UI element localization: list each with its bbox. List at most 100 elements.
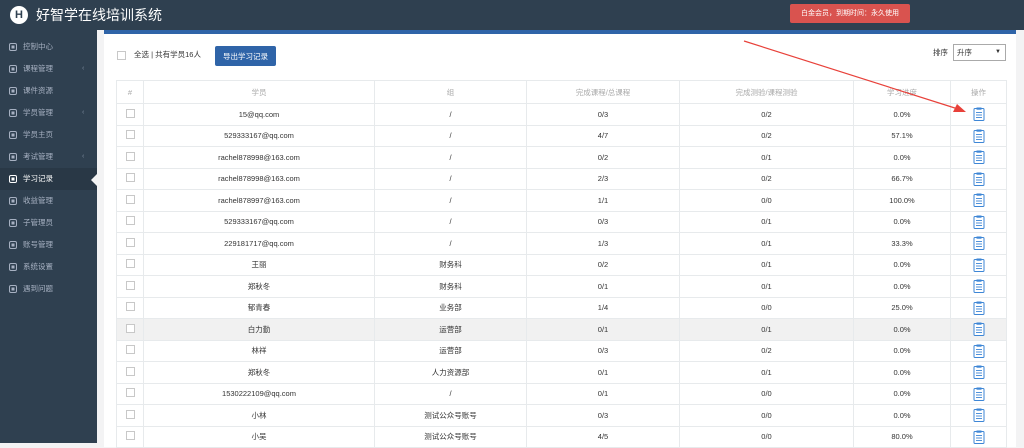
sidebar-item-9[interactable]: 账号管理 bbox=[0, 234, 97, 256]
row-checkbox[interactable] bbox=[125, 259, 135, 269]
record-detail-icon[interactable] bbox=[973, 107, 985, 122]
table-row[interactable]: 小林 测试公众号账号 0/3 0/0 0.0% bbox=[116, 404, 1007, 427]
group-cell: / bbox=[374, 189, 527, 212]
table-row[interactable]: rachel878997@163.com/1/1 0/0 100.0% bbox=[116, 189, 1007, 212]
col-header-courses[interactable]: 完成课程/总课程 bbox=[526, 80, 680, 104]
record-detail-icon[interactable] bbox=[973, 322, 985, 337]
record-detail-icon[interactable] bbox=[973, 279, 985, 294]
table-row[interactable]: 529333167@qq.com/4/7 0/2 57.1% bbox=[116, 124, 1007, 147]
sidebar-item-7[interactable]: 收益管理 bbox=[0, 190, 97, 212]
row-checkbox-cell bbox=[116, 103, 144, 126]
record-detail-icon[interactable] bbox=[973, 150, 985, 165]
sidebar-item-4[interactable]: 学员主页 bbox=[0, 124, 97, 146]
table-row[interactable]: 郑秋冬 人力资源部 0/1 0/1 0.0% bbox=[116, 361, 1007, 384]
sidebar-item-11[interactable]: 遇到问题 bbox=[0, 278, 97, 300]
row-checkbox[interactable] bbox=[125, 130, 135, 140]
record-detail-icon[interactable] bbox=[973, 258, 985, 272]
record-detail-icon[interactable] bbox=[973, 365, 985, 380]
group-cell: 财务科 bbox=[374, 253, 527, 276]
quizzes-cell: 0/1 bbox=[679, 146, 854, 169]
col-header-index: # bbox=[116, 80, 144, 104]
record-detail-icon[interactable] bbox=[973, 430, 985, 444]
courses-cell: 4/7 bbox=[526, 124, 680, 147]
table-row[interactable]: 529333167@qq.com/0/3 0/1 0.0% bbox=[116, 210, 1007, 233]
sidebar-item-6[interactable]: 学习记录 bbox=[0, 168, 97, 190]
select-all-checkbox[interactable] bbox=[117, 51, 126, 60]
sidebar-item-2[interactable]: 课件资源 bbox=[0, 80, 97, 102]
sidebar-item-3[interactable]: 学员管理 ‹ bbox=[0, 102, 97, 124]
record-detail-icon[interactable] bbox=[973, 408, 985, 423]
row-checkbox[interactable] bbox=[125, 345, 135, 355]
table-row[interactable]: 小吴 测试公众号账号 4/5 0/0 80.0% bbox=[116, 425, 1007, 448]
row-checkbox[interactable] bbox=[125, 237, 135, 247]
student-cell: 林祥 bbox=[143, 339, 375, 362]
progress-cell: 25.0% bbox=[853, 296, 951, 319]
col-header-progress[interactable]: 学习进度 bbox=[853, 80, 951, 104]
export-records-button[interactable]: 导出学习记录 bbox=[215, 46, 276, 66]
course-icon bbox=[9, 65, 17, 73]
record-detail-icon[interactable] bbox=[973, 236, 985, 251]
col-header-group[interactable]: 组 bbox=[374, 80, 527, 104]
sidebar-item-1[interactable]: 课程管理 ‹ bbox=[0, 58, 97, 80]
table-row[interactable]: 王丽 财务科 0/2 0/1 0.0% bbox=[116, 253, 1007, 276]
table-row[interactable]: 郑秋冬 财务科 0/1 0/1 0.0% bbox=[116, 275, 1007, 298]
row-checkbox[interactable] bbox=[125, 302, 135, 312]
quizzes-cell: 0/0 bbox=[679, 425, 854, 448]
row-checkbox[interactable] bbox=[125, 151, 135, 161]
student-cell: 郁青春 bbox=[143, 296, 375, 319]
row-checkbox[interactable] bbox=[125, 409, 135, 419]
row-checkbox-cell bbox=[116, 404, 144, 427]
row-checkbox[interactable] bbox=[125, 173, 135, 183]
actions-cell bbox=[950, 253, 1007, 276]
table-row[interactable]: rachel878998@163.com/2/3 0/2 66.7% bbox=[116, 167, 1007, 190]
row-checkbox-cell bbox=[116, 189, 144, 212]
group-cell: 业务部 bbox=[374, 296, 527, 319]
group-cell: / bbox=[374, 146, 527, 169]
chevron-left-icon: ‹ bbox=[82, 109, 85, 116]
courses-cell: 2/3 bbox=[526, 167, 680, 190]
row-checkbox[interactable] bbox=[125, 194, 135, 204]
table-row[interactable]: 1530222109@qq.com/0/1 0/0 0.0% bbox=[116, 382, 1007, 405]
record-detail-icon[interactable] bbox=[973, 172, 985, 186]
exam-icon bbox=[9, 153, 17, 161]
sidebar: 控制中心 课程管理 ‹ 课件资源学员管理 ‹ 学员主页 考试管理 ‹ 学习记录 收益管理 子管理员账… bbox=[0, 30, 97, 443]
row-checkbox[interactable] bbox=[125, 388, 135, 398]
membership-badge[interactable]: 白金会员，到期时间：永久使用 bbox=[790, 4, 910, 23]
record-detail-icon[interactable] bbox=[973, 215, 985, 229]
progress-cell: 57.1% bbox=[853, 124, 951, 147]
table-row[interactable]: rachel878998@163.com/0/2 0/1 0.0% bbox=[116, 146, 1007, 169]
col-header-quizzes[interactable]: 完成测验/课程测验 bbox=[679, 80, 854, 104]
record-detail-icon[interactable] bbox=[973, 193, 985, 208]
sort-select[interactable]: 升序 ▼ bbox=[953, 44, 1006, 61]
actions-cell bbox=[950, 296, 1007, 319]
row-checkbox[interactable] bbox=[125, 280, 135, 290]
table-row[interactable]: 15@qq.com/0/3 0/2 0.0% bbox=[116, 103, 1007, 126]
row-checkbox[interactable] bbox=[125, 431, 135, 441]
record-detail-icon[interactable] bbox=[973, 301, 985, 315]
row-checkbox[interactable] bbox=[125, 323, 135, 333]
table-row[interactable]: 229181717@qq.com/1/3 0/1 33.3% bbox=[116, 232, 1007, 255]
record-detail-icon[interactable] bbox=[973, 344, 985, 358]
sub-admin-icon bbox=[9, 219, 17, 227]
table-row[interactable]: 林祥 运营部 0/3 0/2 0.0% bbox=[116, 339, 1007, 362]
record-detail-icon[interactable] bbox=[973, 387, 985, 401]
sidebar-item-5[interactable]: 考试管理 ‹ bbox=[0, 146, 97, 168]
table-row[interactable]: 白力勤 运营部 0/1 0/1 0.0% bbox=[116, 318, 1007, 341]
col-header-student[interactable]: 学员 bbox=[143, 80, 375, 104]
row-checkbox-cell bbox=[116, 124, 144, 147]
group-cell: 运营部 bbox=[374, 339, 527, 362]
record-detail-icon[interactable] bbox=[973, 129, 985, 143]
sidebar-item-10[interactable]: 系统设置 bbox=[0, 256, 97, 278]
row-checkbox[interactable] bbox=[125, 108, 135, 118]
row-checkbox[interactable] bbox=[125, 216, 135, 226]
actions-cell bbox=[950, 361, 1007, 384]
table-row[interactable]: 郁青春 业务部 1/4 0/0 25.0% bbox=[116, 296, 1007, 319]
sidebar-item-label: 课件资源 bbox=[23, 86, 53, 95]
sidebar-item-0[interactable]: 控制中心 bbox=[0, 36, 97, 58]
row-checkbox[interactable] bbox=[125, 366, 135, 376]
student-cell: 1530222109@qq.com bbox=[143, 382, 375, 405]
sidebar-item-8[interactable]: 子管理员 bbox=[0, 212, 97, 234]
student-cell: 郑秋冬 bbox=[143, 275, 375, 298]
progress-cell: 0.0% bbox=[853, 339, 951, 362]
courses-cell: 0/1 bbox=[526, 361, 680, 384]
